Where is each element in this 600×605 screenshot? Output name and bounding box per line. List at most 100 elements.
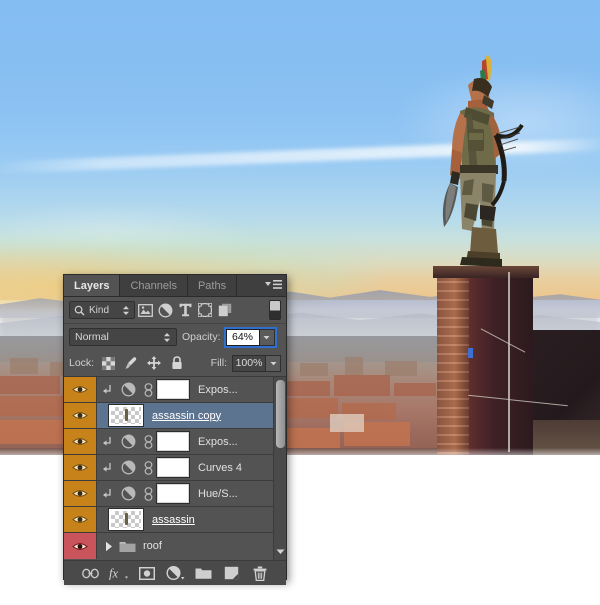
layer-thumbnail[interactable]	[108, 508, 144, 531]
table-row[interactable]: Hue/S...	[64, 481, 286, 507]
layer-list[interactable]: Expos... assassin copy Expos... Curves 4…	[64, 377, 286, 560]
filter-enable-toggle[interactable]	[269, 300, 281, 320]
filter-kind-label: Kind	[89, 304, 110, 316]
layer-mask-thumbnail[interactable]	[157, 458, 189, 477]
layer-name[interactable]: Curves 4	[198, 462, 242, 474]
layer-visibility-toggle[interactable]	[64, 481, 97, 506]
layer-thumbnail[interactable]	[108, 404, 144, 427]
thumbnail-figure	[124, 513, 128, 526]
blend-mode-dropdown[interactable]: Normal	[69, 328, 177, 346]
layer-mask-thumbnail[interactable]	[157, 380, 189, 399]
filter-pixel-layers-icon[interactable]	[135, 300, 155, 320]
stepper-arrows-icon	[164, 332, 170, 342]
filter-kind-dropdown[interactable]: Kind	[69, 301, 135, 319]
new-adjustment-layer-button[interactable]	[165, 563, 185, 583]
clipping-mask-indicator	[97, 384, 117, 396]
clip-arrow-icon	[102, 462, 111, 472]
half-circle-icon	[166, 565, 184, 580]
fill-control[interactable]: 100%	[232, 354, 281, 372]
layer-name[interactable]: Expos...	[198, 384, 238, 396]
layer-name[interactable]: Expos...	[198, 436, 238, 448]
mask-link-icon[interactable]	[139, 460, 157, 475]
tab-layers[interactable]: Layers	[64, 275, 121, 296]
table-row[interactable]: roof	[64, 533, 286, 559]
fill-input[interactable]: 100%	[232, 354, 266, 372]
lock-all-icon[interactable]	[168, 354, 186, 372]
adjustment-layer-thumbnail[interactable]	[117, 434, 139, 449]
tab-paths[interactable]: Paths	[187, 275, 238, 296]
layer-visibility-toggle[interactable]	[64, 533, 97, 559]
fill-label: Fill:	[210, 357, 227, 369]
layer-name[interactable]: assassin	[152, 514, 195, 526]
clip-arrow-icon	[102, 488, 111, 498]
fx-icon: fx	[109, 567, 128, 580]
new-group-button[interactable]	[193, 563, 213, 583]
opacity-slider-toggle[interactable]	[259, 328, 275, 346]
clipping-mask-indicator	[97, 462, 117, 474]
table-row[interactable]: Curves 4	[64, 455, 286, 481]
layer-name[interactable]: roof	[143, 540, 162, 552]
opacity-control[interactable]: 64%	[223, 326, 277, 348]
layers-panel: Layers Channels Paths Kind Normal Opacit…	[63, 274, 287, 585]
chimney-brickwork	[437, 272, 469, 460]
group-expand-arrow-icon[interactable]	[101, 541, 117, 552]
half-circle-icon	[121, 460, 135, 475]
clipping-mask-indicator	[97, 436, 117, 448]
layer-mask-thumbnail[interactable]	[157, 432, 189, 451]
lock-label: Lock:	[69, 357, 95, 369]
layer-visibility-toggle[interactable]	[64, 377, 97, 402]
scroll-down-arrow-icon[interactable]	[276, 547, 285, 556]
screenshot-root: Layers Channels Paths Kind Normal Opacit…	[0, 0, 600, 605]
opacity-label: Opacity:	[182, 331, 221, 343]
blend-mode-value: Normal	[75, 331, 109, 343]
adjustment-layer-thumbnail[interactable]	[117, 382, 139, 397]
mask-link-icon[interactable]	[139, 382, 157, 397]
filter-adjustment-layers-icon[interactable]	[155, 300, 175, 320]
table-row[interactable]: assassin	[64, 507, 286, 533]
layers-scrollbar[interactable]	[273, 377, 286, 560]
delete-layer-button[interactable]	[250, 563, 270, 583]
link-layers-button[interactable]	[80, 563, 100, 583]
filter-shape-layers-icon[interactable]	[195, 300, 215, 320]
checkerboard-glyph	[101, 356, 115, 370]
blend-options-bar: Normal Opacity: 64%	[64, 324, 286, 350]
new-layer-button[interactable]	[222, 563, 242, 583]
layer-visibility-toggle[interactable]	[64, 429, 97, 454]
eye-icon	[72, 438, 88, 445]
thumbnail-figure	[124, 409, 128, 422]
adjustment-layer-thumbnail[interactable]	[117, 460, 139, 475]
panel-tab-bar: Layers Channels Paths	[64, 275, 286, 297]
table-row[interactable]: Expos...	[64, 429, 286, 455]
layers-scrollbar-thumb[interactable]	[276, 380, 285, 448]
tab-channels[interactable]: Channels	[120, 275, 188, 296]
scroll-down-glyph	[276, 549, 285, 554]
table-row[interactable]: Expos...	[64, 377, 286, 403]
adjustment-layer-thumbnail[interactable]	[117, 486, 139, 501]
tab-channels-label: Channels	[130, 279, 177, 292]
archer-figure-svg	[442, 55, 524, 267]
clipping-mask-indicator	[97, 488, 117, 500]
layer-visibility-toggle[interactable]	[64, 403, 97, 428]
lock-position-icon[interactable]	[145, 354, 163, 372]
filter-type-layers-icon[interactable]	[175, 300, 195, 320]
fill-slider-toggle[interactable]	[266, 354, 281, 372]
lock-transparent-pixels-icon[interactable]	[99, 354, 117, 372]
chevron-down-icon	[270, 361, 276, 365]
tab-paths-label: Paths	[197, 279, 227, 292]
mask-link-icon[interactable]	[139, 486, 157, 501]
mask-link-icon[interactable]	[139, 434, 157, 449]
half-circle-icon	[121, 434, 135, 449]
tab-layers-label: Layers	[74, 279, 110, 292]
opacity-input[interactable]: 64%	[225, 328, 260, 346]
layer-name[interactable]: Hue/S...	[198, 488, 238, 500]
filter-smart-objects-icon[interactable]	[215, 300, 235, 320]
panel-menu-icon[interactable]	[264, 279, 282, 292]
add-layer-style-button[interactable]: fx	[109, 563, 129, 583]
layer-mask-thumbnail[interactable]	[157, 484, 189, 503]
table-row[interactable]: assassin copy	[64, 403, 286, 429]
layer-visibility-toggle[interactable]	[64, 507, 97, 532]
add-layer-mask-button[interactable]	[137, 563, 157, 583]
lock-image-pixels-icon[interactable]	[122, 354, 140, 372]
layer-name[interactable]: assassin copy	[152, 410, 221, 422]
layer-visibility-toggle[interactable]	[64, 455, 97, 480]
